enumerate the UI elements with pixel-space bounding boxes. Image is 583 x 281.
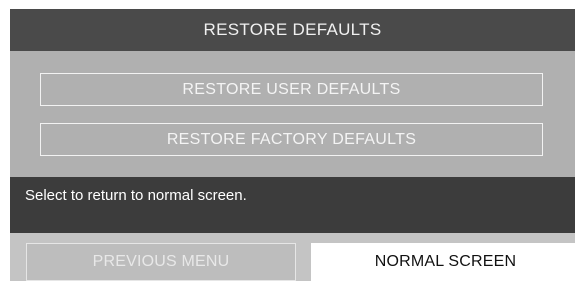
previous-menu-button[interactable]: PREVIOUS MENU (26, 243, 296, 281)
options-panel (10, 51, 575, 177)
restore-user-defaults-button[interactable]: RESTORE USER DEFAULTS (40, 73, 543, 106)
restore-defaults-screen: RESTORE DEFAULTS RESTORE USER DEFAULTS R… (0, 0, 583, 281)
help-message: Select to return to normal screen. (10, 177, 575, 233)
normal-screen-button[interactable]: NORMAL SCREEN (311, 243, 580, 281)
restore-factory-defaults-button[interactable]: RESTORE FACTORY DEFAULTS (40, 123, 543, 156)
screen-title: RESTORE DEFAULTS (10, 9, 575, 51)
